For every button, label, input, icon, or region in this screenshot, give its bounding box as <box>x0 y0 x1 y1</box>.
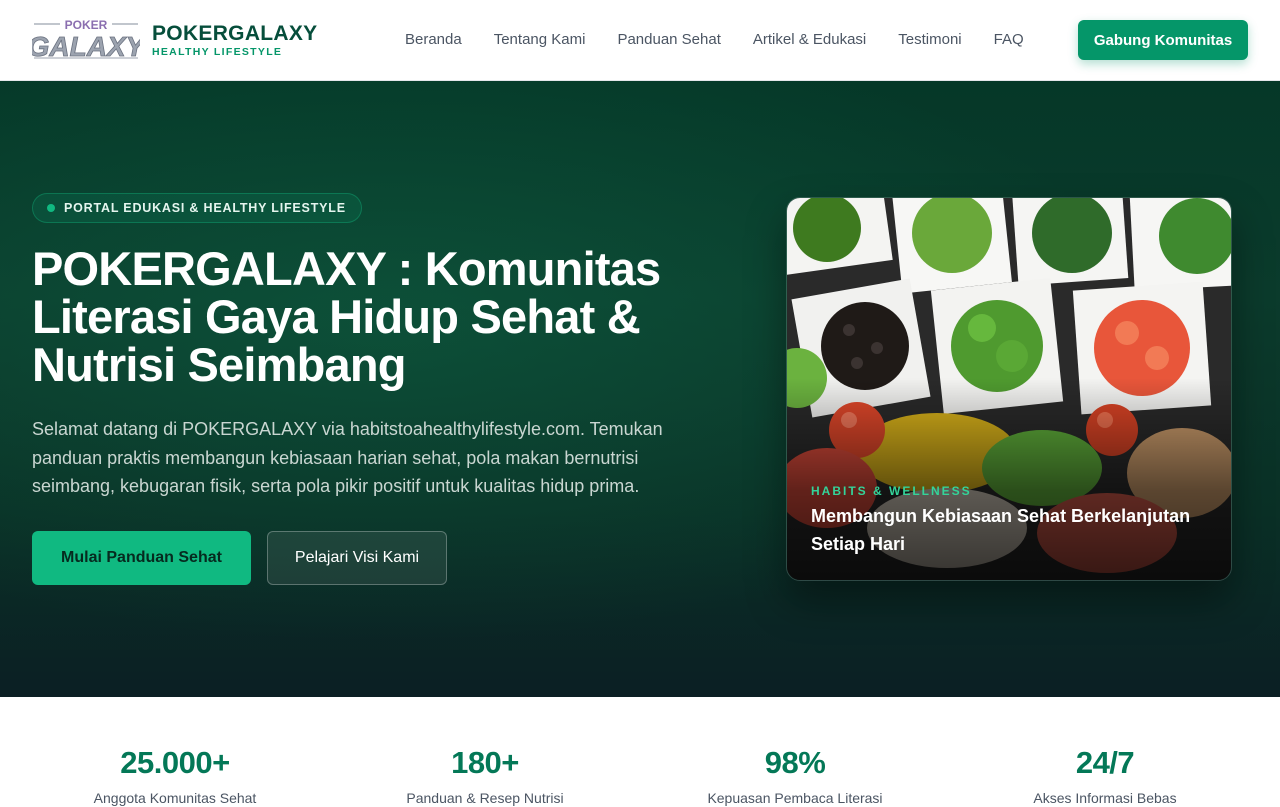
hero-section: PORTAL EDUKASI & HEALTHY LIFESTYLE POKER… <box>0 81 1280 697</box>
logo-text-main: GALAXY <box>32 31 140 62</box>
site-header: POKER GALAXY POKERGALAXY HEALTHY LIFESTY… <box>0 0 1280 81</box>
start-guide-button[interactable]: Mulai Panduan Sehat <box>32 531 251 585</box>
stat-members: 25.000+ Anggota Komunitas Sehat <box>20 745 330 807</box>
brand-name: POKERGALAXY <box>152 22 318 45</box>
hero-image-card[interactable]: HABITS & WELLNESS Membangun Kebiasaan Se… <box>786 197 1232 581</box>
learn-vision-button[interactable]: Pelajari Visi Kami <box>267 531 447 585</box>
image-kicker: HABITS & WELLNESS <box>811 484 972 498</box>
stat-value: 98% <box>764 745 826 780</box>
stat-label: Anggota Komunitas Sehat <box>93 790 257 806</box>
stats-section: 25.000+ Anggota Komunitas Sehat 180+ Pan… <box>0 697 1280 806</box>
logo-image: POKER GALAXY <box>32 18 140 62</box>
nav-panduan-sehat[interactable]: Panduan Sehat <box>617 30 720 50</box>
nav-tentang-kami[interactable]: Tentang Kami <box>494 30 586 50</box>
nav-artikel-edukasi[interactable]: Artikel & Edukasi <box>753 30 866 50</box>
logo[interactable]: POKER GALAXY POKERGALAXY HEALTHY LIFESTY… <box>32 18 318 62</box>
hero-badge: PORTAL EDUKASI & HEALTHY LIFESTYLE <box>32 193 362 223</box>
nav-faq[interactable]: FAQ <box>994 30 1024 50</box>
logo-text-top: POKER <box>65 18 108 32</box>
brand-tagline: HEALTHY LIFESTYLE <box>152 46 283 58</box>
stat-satisfaction: 98% Kepuasan Pembaca Literasi <box>640 745 950 807</box>
stat-guides: 180+ Panduan & Resep Nutrisi <box>330 745 640 807</box>
main-nav: Beranda Tentang Kami Panduan Sehat Artik… <box>405 30 1056 50</box>
stat-value: 25.000+ <box>120 745 230 780</box>
stat-access: 24/7 Akses Informasi Bebas <box>950 745 1260 807</box>
stat-label: Kepuasan Pembaca Literasi <box>707 790 883 806</box>
stat-value: 180+ <box>451 745 519 780</box>
badge-text: PORTAL EDUKASI & HEALTHY LIFESTYLE <box>64 201 346 215</box>
join-community-button[interactable]: Gabung Komunitas <box>1078 20 1248 60</box>
stat-label: Akses Informasi Bebas <box>1033 790 1177 806</box>
nav-beranda[interactable]: Beranda <box>405 30 462 50</box>
hero-title: POKERGALAXY : Komunitas Literasi Gaya Hi… <box>32 242 661 391</box>
stat-value: 24/7 <box>1075 745 1135 780</box>
badge-dot-icon <box>47 204 55 212</box>
hero-description: Selamat datang di POKERGALAXY via habits… <box>32 419 663 496</box>
image-caption: Membangun Kebiasaan Sehat Berkelanjutan … <box>811 506 1191 554</box>
stat-label: Panduan & Resep Nutrisi <box>406 790 564 806</box>
nav-testimoni[interactable]: Testimoni <box>898 30 961 50</box>
